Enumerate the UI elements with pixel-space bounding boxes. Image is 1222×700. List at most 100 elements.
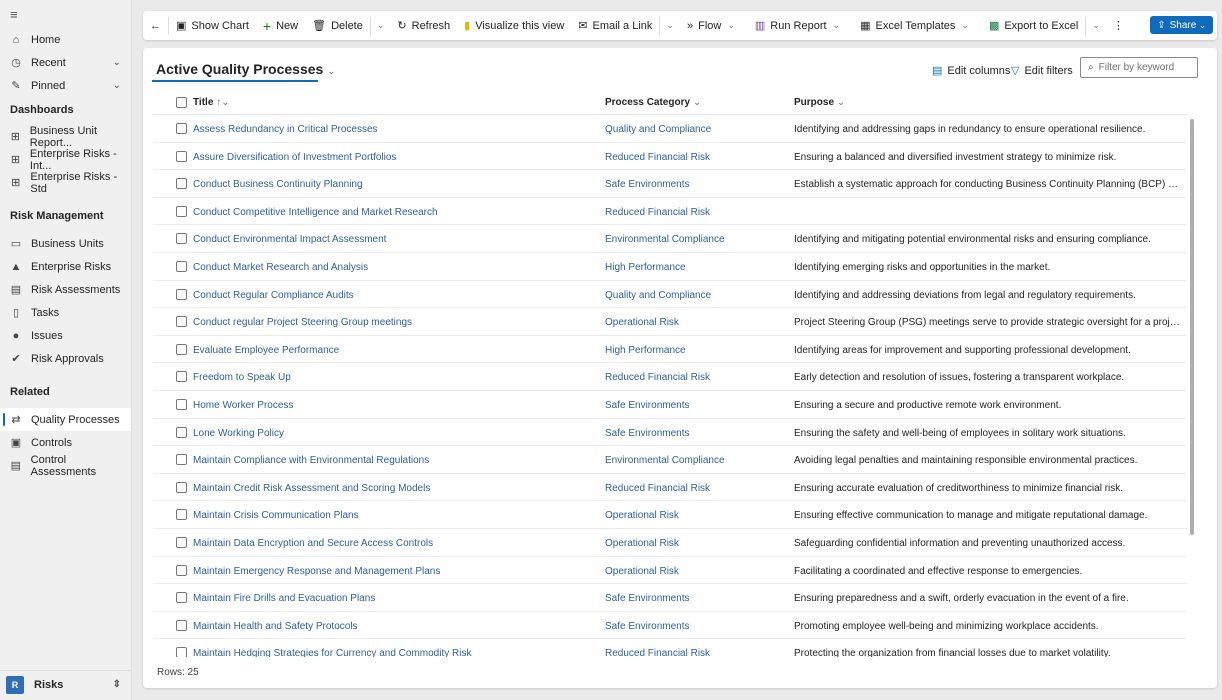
table-row[interactable]: Evaluate Employee Performance High Perfor… [153,336,1187,364]
sidebar-item-quality-processes[interactable]: ⇄ Quality Processes [0,408,131,431]
more-commands-button[interactable]: ⋮ [1106,11,1131,40]
row-checkbox[interactable] [176,481,187,493]
row-checkbox[interactable] [176,564,187,576]
sidebar-item-business-unit-report[interactable]: ⊞ Business Unit Report... [0,125,131,149]
sidebar-item-enterprise-risks-int[interactable]: ⊞ Enterprise Risks - Int... [0,148,131,172]
table-row[interactable]: Home Worker Process Safe Environments Ensu… [153,391,1187,419]
title-link[interactable]: Conduct Competitive Intelligence and Mar… [193,207,438,218]
edit-filters-button[interactable]: ▽ Edit filters [1011,64,1073,78]
category-link[interactable]: Reduced Financial Risk [605,207,710,218]
table-row[interactable]: Maintain Fire Drills and Evacuation Plan… [153,584,1187,612]
share-button[interactable]: ⇪ Share ⌄ [1150,16,1213,34]
row-checkbox[interactable] [176,537,187,548]
edit-columns-button[interactable]: ▤ Edit columns [932,64,1010,78]
new-button[interactable]: + New [256,11,305,40]
title-link[interactable]: Conduct regular Project Steering Group m… [193,317,412,328]
category-link[interactable]: Operational Risk [605,317,679,328]
sidebar-item-enterprise-risks-std[interactable]: ⊞ Enterprise Risks - Std [0,171,131,195]
table-row[interactable]: Conduct Market Research and Analysis High… [153,253,1187,281]
view-selector[interactable]: Active Quality Processes ⌄ [156,61,336,77]
category-link[interactable]: Environmental Compliance [605,455,725,466]
table-row[interactable]: Maintain Credit Risk Assessment and Scor… [153,474,1187,502]
sidebar-item-control-assessments[interactable]: ▤ Control Assessments [0,454,131,478]
column-header-category[interactable]: Process Category ⌄ [605,97,701,108]
category-link[interactable]: Safe Environments [605,428,690,439]
table-row[interactable]: Maintain Emergency Response and Manageme… [153,557,1187,585]
title-link[interactable]: Conduct Environmental Impact Assessment [193,234,386,245]
category-link[interactable]: Safe Environments [605,179,690,190]
title-link[interactable]: Evaluate Employee Performance [193,345,339,356]
show-chart-button[interactable]: ▣ Show Chart [169,11,256,40]
row-checkbox[interactable] [176,371,187,383]
select-all-checkbox[interactable] [176,97,187,108]
category-link[interactable]: Reduced Financial Risk [605,648,710,657]
run-report-button[interactable]: ▥ Run Report ⌄ [748,11,853,40]
table-row[interactable]: Freedom to Speak Up Reduced Financial Ris… [153,363,1187,391]
table-row[interactable]: Maintain Data Encryption and Secure Acce… [153,529,1187,557]
category-link[interactable]: Reduced Financial Risk [605,372,710,383]
title-link[interactable]: Conduct Business Continuity Planning [193,179,363,190]
table-row[interactable]: Maintain Health and Safety Protocols Safe… [153,612,1187,640]
filter-keyword-input[interactable]: ⌕ Filter by keyword [1080,57,1198,78]
sidebar-item-enterprise-risks[interactable]: ▲ Enterprise Risks [0,255,131,278]
title-link[interactable]: Conduct Regular Compliance Audits [193,290,354,301]
email-chevron[interactable]: ⌄ [660,20,680,31]
vertical-scrollbar[interactable] [1190,119,1194,535]
category-link[interactable]: Safe Environments [605,593,690,604]
category-link[interactable]: Operational Risk [605,538,679,549]
row-checkbox[interactable] [176,205,187,217]
category-link[interactable]: Quality and Compliance [605,290,711,301]
category-link[interactable]: High Performance [605,345,686,356]
table-row[interactable]: Conduct regular Project Steering Group m… [153,308,1187,336]
title-link[interactable]: Home Worker Process [193,400,293,411]
row-checkbox[interactable] [176,647,187,657]
row-checkbox[interactable] [176,316,187,328]
category-link[interactable]: Operational Risk [605,566,679,577]
row-checkbox[interactable] [176,592,187,604]
hamburger-icon[interactable]: ≡ [10,7,18,22]
sidebar-item-pinned[interactable]: ✎ Pinned ⌄ [0,74,131,97]
back-button[interactable]: ← [143,11,168,40]
row-checkbox[interactable] [176,509,187,521]
table-row[interactable]: Maintain Hedging Strategies for Currency… [153,639,1187,657]
flow-button[interactable]: » Flow ⌄ [680,11,748,40]
sidebar-item-controls[interactable]: ▣ Controls [0,431,131,454]
sidebar-item-issues[interactable]: ● Issues [0,324,131,347]
row-checkbox[interactable] [176,123,187,134]
table-row[interactable]: Conduct Environmental Impact Assessment E… [153,225,1187,253]
row-checkbox[interactable] [176,233,187,245]
sidebar-item-business-units[interactable]: ▭ Business Units [0,232,131,255]
title-link[interactable]: Lone Working Policy [193,428,284,439]
column-header-purpose[interactable]: Purpose ⌄ [794,97,845,108]
category-link[interactable]: Safe Environments [605,621,690,632]
visualize-button[interactable]: ▮ Visualize this view [457,11,571,40]
sidebar-item-recent[interactable]: ◷ Recent ⌄ [0,51,131,74]
title-link[interactable]: Maintain Compliance with Environmental R… [193,455,429,466]
title-link[interactable]: Maintain Emergency Response and Manageme… [193,566,440,577]
row-checkbox[interactable] [176,619,187,631]
title-link[interactable]: Maintain Fire Drills and Evacuation Plan… [193,593,375,604]
table-row[interactable]: Conduct Regular Compliance Audits Quality… [153,281,1187,309]
table-row[interactable]: Lone Working Policy Safe Environments Ensu… [153,419,1187,447]
row-checkbox[interactable] [176,288,187,300]
title-link[interactable]: Maintain Credit Risk Assessment and Scor… [193,483,430,494]
category-link[interactable]: Quality and Compliance [605,124,711,135]
email-link-button[interactable]: ✉ Email a Link [571,11,659,40]
category-link[interactable]: High Performance [605,262,686,273]
title-link[interactable]: Maintain Health and Safety Protocols [193,621,358,632]
sidebar-item-tasks[interactable]: ▯ Tasks [0,301,131,324]
category-link[interactable]: Safe Environments [605,400,690,411]
table-row[interactable]: Assess Redundancy in Critical Processes Q… [153,115,1187,143]
more-delete-chevron[interactable]: ⌄ [371,20,391,31]
refresh-button[interactable]: ↻ Refresh [390,11,457,40]
table-row[interactable]: Maintain Crisis Communication Plans Opera… [153,501,1187,529]
row-checkbox[interactable] [176,178,187,190]
title-link[interactable]: Conduct Market Research and Analysis [193,262,368,273]
row-checkbox[interactable] [176,399,187,410]
sidebar-item-home[interactable]: ⌂ Home [0,28,131,51]
row-checkbox[interactable] [176,426,187,438]
title-link[interactable]: Maintain Hedging Strategies for Currency… [193,648,471,657]
row-checkbox[interactable] [176,150,187,162]
area-switcher[interactable]: R Risks ⇕ [0,670,131,698]
sidebar-item-risk-approvals[interactable]: ✔ Risk Approvals [0,347,131,370]
